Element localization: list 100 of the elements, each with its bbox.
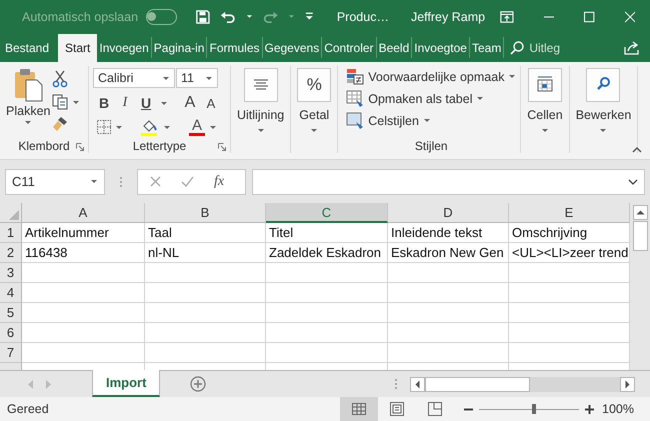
column-header[interactable]: C	[266, 203, 388, 223]
styles-menu-item[interactable]: Voorwaardelijke opmaak	[346, 68, 516, 85]
fill-color-icon[interactable]	[141, 118, 159, 136]
paste-button[interactable]: Plakken	[4, 66, 52, 139]
row-header[interactable]: 7	[0, 343, 22, 363]
ribbon-tab[interactable]: Team	[470, 37, 504, 58]
formula-input[interactable]	[252, 168, 645, 194]
dialog-launcher-icon[interactable]	[76, 143, 84, 151]
expand-icon[interactable]	[628, 178, 638, 184]
dialog-launcher-icon[interactable]	[218, 143, 226, 151]
row-header[interactable]: 6	[0, 323, 22, 343]
ribbon-tab[interactable]: Invoegen	[97, 37, 152, 58]
caret-icon	[162, 76, 170, 80]
zoom-level[interactable]: 100%	[602, 402, 634, 416]
scroll-thumb[interactable]	[632, 221, 648, 251]
underline-button[interactable]: U	[139, 95, 153, 111]
close-icon[interactable]	[624, 10, 636, 22]
collapse-ribbon-icon[interactable]	[632, 147, 642, 153]
search-icon	[586, 68, 620, 102]
styles-menu-item[interactable]: Celstijlen	[346, 112, 516, 129]
ribbon-display-icon[interactable]	[500, 10, 514, 24]
horizontal-scrollbar[interactable]	[410, 376, 635, 392]
row-header[interactable]: 4	[0, 283, 22, 303]
table-cell: Zadeldek Eskadron	[266, 243, 388, 263]
search-icon	[510, 40, 524, 54]
scroll-right-icon[interactable]	[620, 376, 635, 392]
shrink-font-button[interactable]: A	[204, 96, 218, 110]
grip-icon	[394, 378, 398, 390]
number-button[interactable]: % Getal	[295, 66, 334, 133]
insert-function-button[interactable]: fx	[214, 174, 224, 190]
sheet-tab[interactable]: Import	[92, 370, 160, 397]
copy-icon[interactable]	[52, 94, 68, 110]
ribbon-tab[interactable]: Formules	[207, 37, 262, 58]
caret-icon[interactable]	[24, 120, 32, 125]
scissors-icon[interactable]	[52, 70, 68, 88]
caret-icon[interactable]	[209, 124, 217, 130]
find-button[interactable]: Bewerken	[574, 66, 634, 133]
button-label: Cellen	[527, 108, 563, 122]
name-box[interactable]: C11	[5, 168, 105, 194]
caret-icon[interactable]	[72, 100, 80, 104]
menu-item-label: Celstijlen	[368, 114, 419, 128]
ribbon-tab[interactable]: Bestand	[3, 37, 58, 58]
format-painter-icon[interactable]	[52, 116, 68, 132]
check-icon[interactable]	[181, 176, 194, 187]
font-color-button[interactable]: A	[189, 118, 205, 136]
ribbon-tab[interactable]: Gegevens	[262, 37, 322, 58]
zoom-slider[interactable]	[479, 404, 580, 414]
font-name-field[interactable]: Calibri	[93, 68, 175, 88]
row-header[interactable]: 3	[0, 263, 22, 283]
column-header[interactable]: D	[388, 203, 509, 223]
column-header[interactable]: E	[509, 203, 630, 223]
grow-font-button[interactable]: A	[183, 94, 197, 112]
ribbon-tab[interactable]: Beeld	[376, 37, 412, 58]
group-label: Stijlen	[414, 139, 448, 153]
add-sheet-icon[interactable]	[190, 376, 206, 392]
view-button[interactable]	[340, 397, 378, 421]
zoom-in-icon[interactable]	[585, 404, 594, 414]
share-icon[interactable]	[624, 40, 640, 54]
alignment-button[interactable]: Uitlijning	[235, 66, 286, 133]
italic-button[interactable]: I	[118, 95, 132, 111]
column-header[interactable]: B	[145, 203, 266, 223]
autosave-toggle[interactable]	[146, 8, 178, 24]
column-header[interactable]: A	[22, 203, 145, 223]
row-header[interactable]: 1	[0, 223, 22, 243]
scroll-up-icon[interactable]	[632, 205, 648, 220]
table-cell: nl-NL	[145, 243, 266, 263]
font-size-field[interactable]: 11	[176, 68, 218, 88]
caret-icon[interactable]	[246, 14, 253, 19]
bold-button[interactable]: B	[97, 95, 111, 111]
align-icon	[244, 68, 278, 102]
cells-button[interactable]: Cellen	[525, 66, 565, 133]
ribbon-tab[interactable]: Invoegtoe	[412, 37, 470, 58]
row-header[interactable]: 5	[0, 303, 22, 323]
status-text: Gereed	[7, 402, 49, 416]
ribbon-tab[interactable]: Controler	[322, 37, 377, 58]
autosave-label: Automatisch opslaan	[22, 10, 138, 24]
group-label: Lettertype	[132, 139, 186, 153]
font-name-value: Calibri	[98, 71, 134, 85]
table-cell: Inleidende tekst	[388, 223, 509, 243]
maximize-icon[interactable]	[584, 10, 595, 22]
zoom-thumb[interactable]	[532, 404, 536, 414]
styles-menu-item[interactable]: Opmaken als tabel	[346, 90, 516, 107]
vertical-scrollbar[interactable]	[630, 203, 650, 370]
customize-icon[interactable]	[305, 12, 314, 21]
caret-icon[interactable]	[160, 100, 168, 106]
save-icon[interactable]	[196, 8, 210, 24]
scroll-left-icon[interactable]	[410, 376, 425, 392]
scroll-thumb[interactable]	[425, 376, 530, 392]
table-cell: 116438	[22, 243, 145, 263]
caret-icon	[422, 118, 431, 123]
ribbon-tab[interactable]: Start	[58, 34, 98, 62]
caret-icon[interactable]	[115, 124, 123, 130]
borders-icon[interactable]	[97, 120, 111, 134]
tell-me-field[interactable]: Uitleg	[510, 33, 560, 62]
undo-icon[interactable]	[220, 10, 236, 24]
caret-icon	[205, 76, 213, 80]
ribbon-tab[interactable]: Pagina-in	[152, 37, 208, 58]
row-header[interactable]: 2	[0, 243, 22, 263]
table-format-icon	[346, 90, 364, 107]
caret-icon[interactable]	[163, 124, 171, 130]
